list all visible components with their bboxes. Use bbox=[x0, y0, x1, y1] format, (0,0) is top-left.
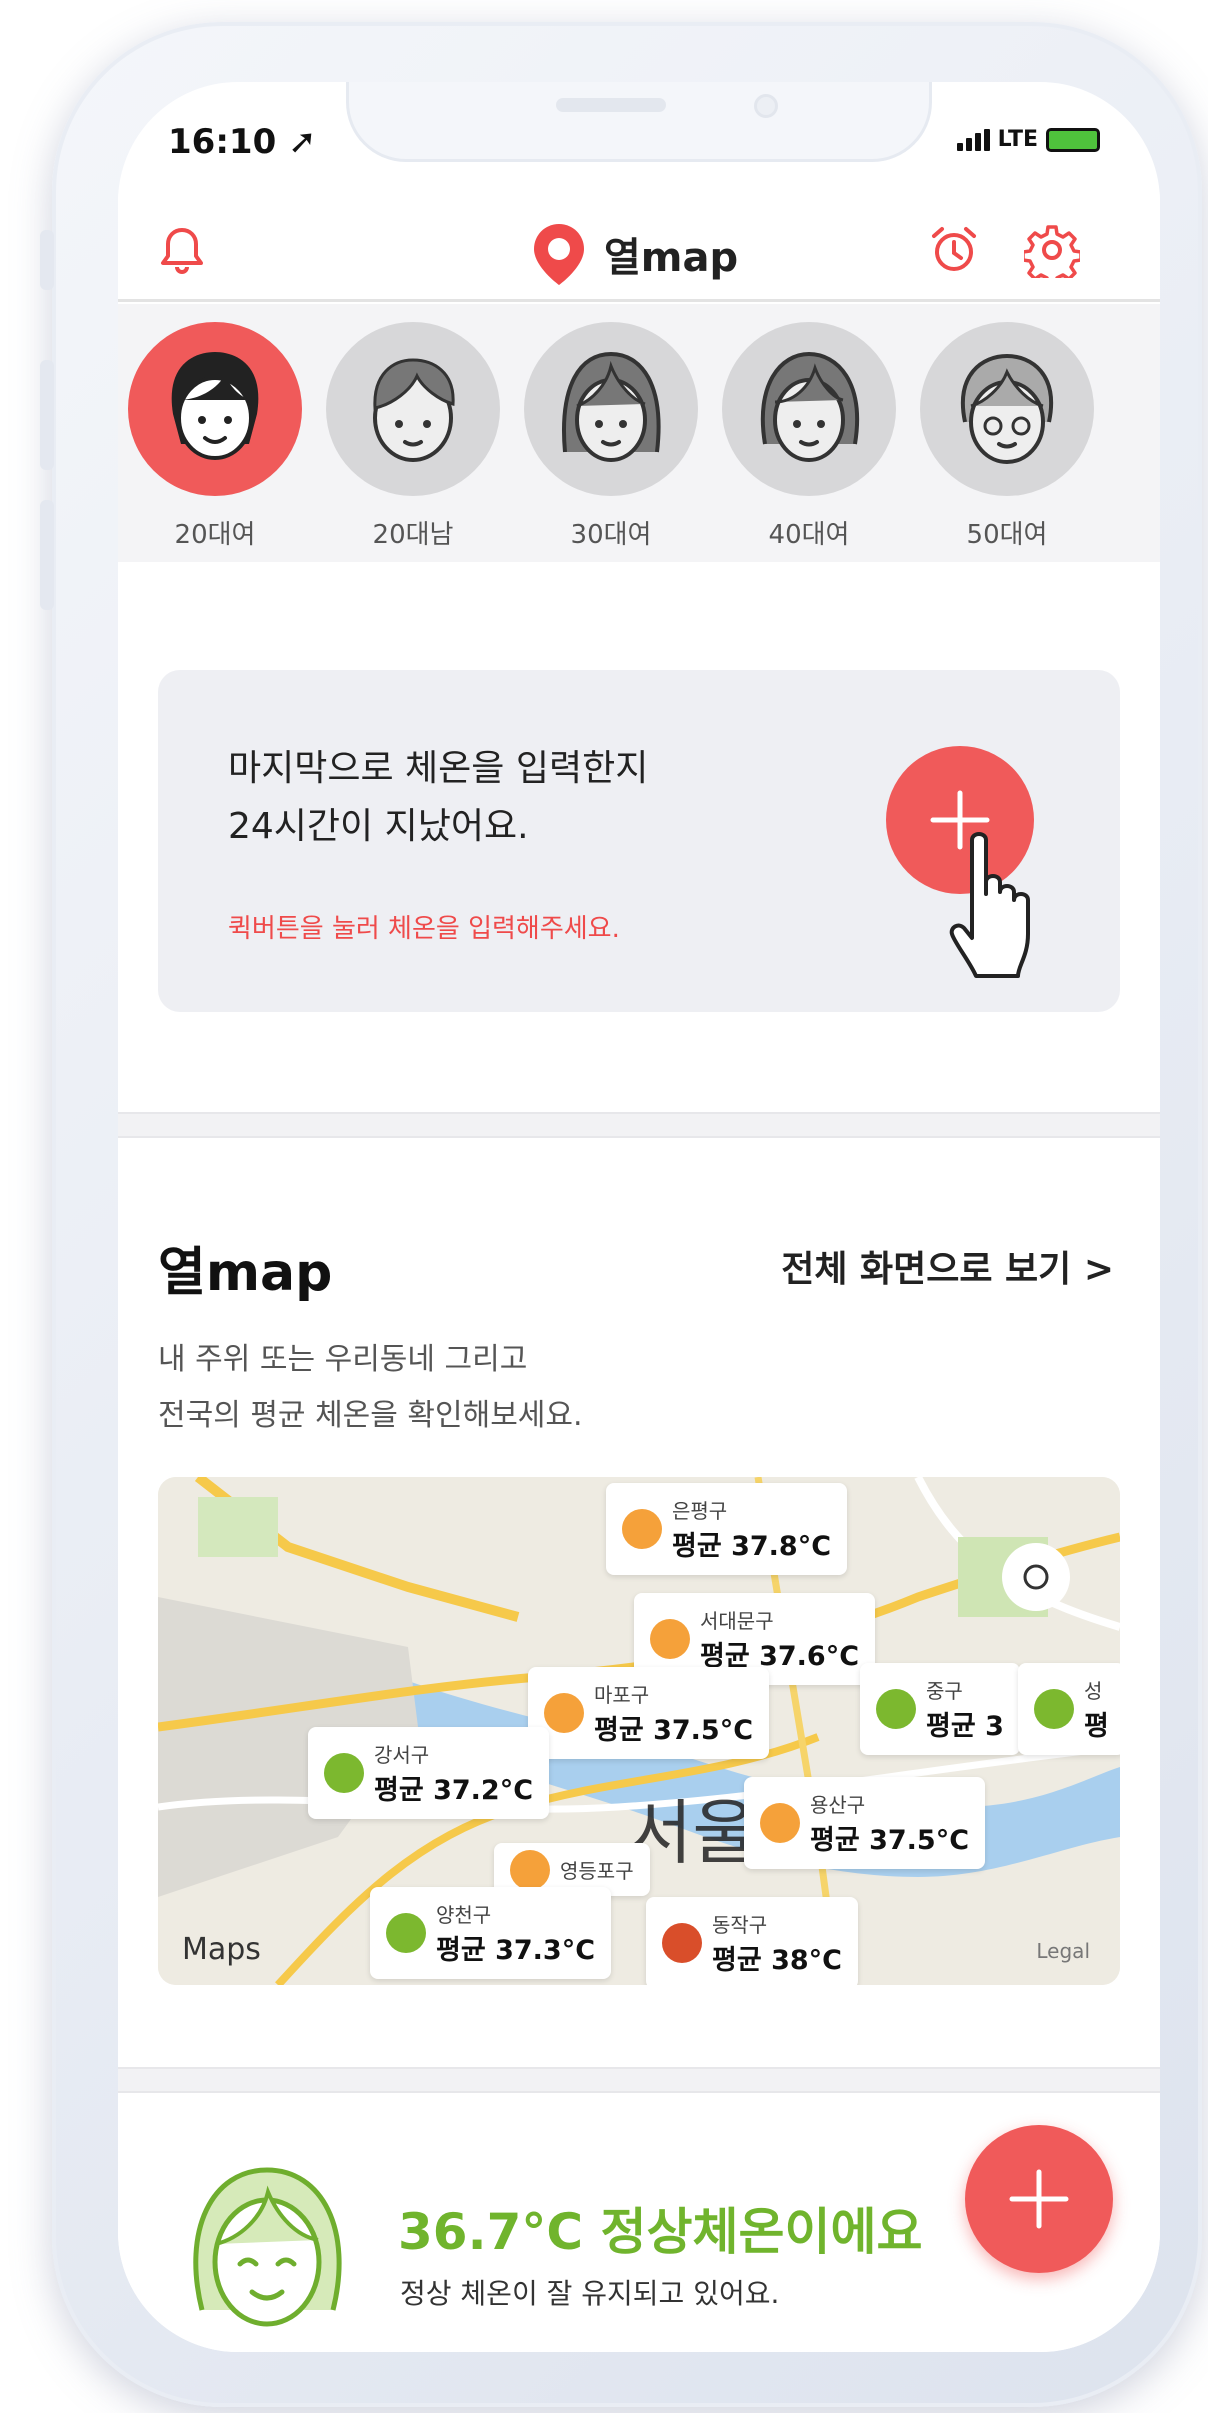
district-name: 은평구 bbox=[672, 1499, 728, 1523]
avatar-40s-female[interactable]: 40대여 bbox=[720, 322, 898, 551]
temperature-dot bbox=[662, 1923, 702, 1963]
temperature-map[interactable]: 서울 은평구 평균 37.8°C 서대문구 평균 37.6°C 마포구 평균 37.5… bbox=[158, 1477, 1120, 1985]
district-average: 평균 37.5°C bbox=[810, 1825, 970, 1856]
section-divider bbox=[118, 1112, 1160, 1138]
district-average: 평균 38°C bbox=[712, 1945, 842, 1976]
map-pin[interactable]: 성평 bbox=[1018, 1663, 1120, 1755]
temperature-dot bbox=[510, 1849, 550, 1890]
map-section-description: 내 주위 또는 우리동네 그리고 전국의 평균 체온을 확인해보세요. bbox=[158, 1332, 583, 1444]
fullscreen-link[interactable]: 전체 화면으로 보기 > bbox=[781, 1240, 1114, 1292]
reminder-line-1: 마지막으로 체온을 입력한지 bbox=[228, 748, 649, 789]
volume-up-button bbox=[40, 360, 54, 470]
map-pin[interactable]: 마포구평균 37.5°C bbox=[528, 1667, 770, 1759]
add-temperature-fab[interactable] bbox=[965, 2125, 1113, 2273]
apple-maps-logo: Maps bbox=[182, 1932, 261, 1967]
status-indicators: LTE bbox=[956, 127, 1100, 152]
age-group-selector: 20대여 20대남 30대여 40대여 50대여 bbox=[118, 304, 1160, 562]
map-section-title: 열map bbox=[158, 1243, 333, 1303]
district-average: 평균 37.2°C bbox=[374, 1775, 534, 1806]
avatar-label: 20대남 bbox=[372, 520, 454, 550]
district-name: 마포구 bbox=[594, 1683, 650, 1707]
district-name: 서대문구 bbox=[700, 1609, 774, 1633]
avatar-50s-female[interactable]: 50대여 bbox=[918, 322, 1096, 551]
avatar-20s-male[interactable]: 20대남 bbox=[324, 322, 502, 551]
signal-icon bbox=[956, 128, 990, 151]
avatar-label: 30대여 bbox=[570, 520, 652, 550]
speaker bbox=[556, 98, 666, 112]
front-camera bbox=[754, 94, 778, 118]
face-icon bbox=[524, 322, 698, 496]
reminder-card: 마지막으로 체온을 입력한지 24시간이 지났어요. 퀵버튼을 눌러 체온을 입… bbox=[158, 670, 1120, 1012]
temperature-dot bbox=[760, 1803, 800, 1843]
map-pin[interactable]: 강서구평균 37.2°C bbox=[308, 1727, 550, 1819]
map-pin[interactable]: 양천구평균 37.3°C bbox=[370, 1887, 612, 1979]
temperature-status-sub: 정상 체온이 잘 유지되고 있어요. bbox=[400, 2277, 780, 2310]
avatar-30s-female[interactable]: 30대여 bbox=[522, 322, 700, 551]
happy-face-icon bbox=[193, 2167, 342, 2327]
gear-icon[interactable] bbox=[1021, 222, 1083, 287]
temperature-status: 36.7°C 정상체온이에요 bbox=[398, 2203, 923, 2261]
district-name: 동작구 bbox=[712, 1913, 768, 1937]
status-time: 16:10 ➚ bbox=[168, 122, 317, 162]
temperature-dot bbox=[622, 1509, 662, 1549]
district-name: 중구 bbox=[926, 1679, 963, 1703]
face-icon bbox=[128, 322, 302, 496]
battery-icon bbox=[1046, 127, 1100, 152]
map-pin-icon bbox=[534, 224, 584, 285]
reminder-line-2: 24시간이 지났어요. bbox=[228, 806, 529, 847]
plus-icon bbox=[1009, 2169, 1069, 2229]
district-name: 양천구 bbox=[436, 1903, 492, 1927]
district-average: 평균 37.8°C bbox=[672, 1531, 832, 1562]
district-name: 용산구 bbox=[810, 1793, 866, 1817]
map-pin[interactable]: 동작구평균 38°C bbox=[646, 1897, 858, 1985]
app-logo-text: 열map bbox=[604, 235, 739, 281]
temperature-dot bbox=[650, 1619, 690, 1659]
volume-down-button bbox=[40, 500, 54, 610]
app-logo: 열map bbox=[528, 220, 738, 288]
district-average: 평균 3 bbox=[926, 1711, 1004, 1742]
map-pin[interactable]: 용산구평균 37.5°C bbox=[744, 1777, 986, 1869]
district-average: 평균 37.3°C bbox=[436, 1935, 596, 1966]
app-header: 열map bbox=[118, 192, 1160, 302]
mute-switch bbox=[40, 230, 54, 290]
bell-icon[interactable] bbox=[154, 222, 210, 278]
face-icon bbox=[722, 322, 896, 496]
district-average: 평 bbox=[1084, 1711, 1109, 1742]
district-name: 강서구 bbox=[374, 1743, 430, 1767]
app-screen: 16:10 ➚ LTE 열map 20대여 20대남 30대여 40대여 50대… bbox=[118, 82, 1160, 2352]
district-name: 성 bbox=[1084, 1679, 1103, 1703]
reminder-message: 마지막으로 체온을 입력한지 24시간이 지났어요. bbox=[228, 740, 648, 856]
temperature-dot bbox=[386, 1913, 426, 1953]
tap-hand-icon bbox=[949, 832, 1030, 978]
temperature-dot bbox=[544, 1693, 584, 1733]
legal-link[interactable]: Legal bbox=[1036, 1939, 1090, 1963]
description-line-1: 내 주위 또는 우리동네 그리고 bbox=[158, 1342, 528, 1377]
face-icon bbox=[326, 322, 500, 496]
avatar-label: 40대여 bbox=[768, 520, 850, 550]
network-type: LTE bbox=[997, 127, 1038, 152]
temperature-dot bbox=[1034, 1689, 1074, 1729]
alarm-clock-icon[interactable] bbox=[926, 222, 982, 278]
section-divider bbox=[118, 2067, 1160, 2093]
avatar-20s-female[interactable]: 20대여 bbox=[126, 322, 304, 551]
temperature-dot bbox=[876, 1689, 916, 1729]
reminder-hint: 퀵버튼을 눌러 체온을 입력해주세요. bbox=[228, 914, 620, 944]
district-average: 평균 37.5°C bbox=[594, 1715, 754, 1746]
description-line-2: 전국의 평균 체온을 확인해보세요. bbox=[158, 1398, 583, 1433]
district-name: 영등포구 bbox=[560, 1859, 634, 1883]
map-pin[interactable]: 은평구평균 37.8°C bbox=[606, 1483, 848, 1575]
avatar-label: 50대여 bbox=[966, 520, 1048, 550]
status-bar: 16:10 ➚ LTE bbox=[118, 117, 1160, 177]
face-icon bbox=[920, 322, 1094, 496]
avatar-label: 20대여 bbox=[174, 520, 256, 550]
map-pin[interactable]: 중구평균 3 bbox=[860, 1663, 1020, 1755]
temperature-dot bbox=[324, 1753, 364, 1793]
